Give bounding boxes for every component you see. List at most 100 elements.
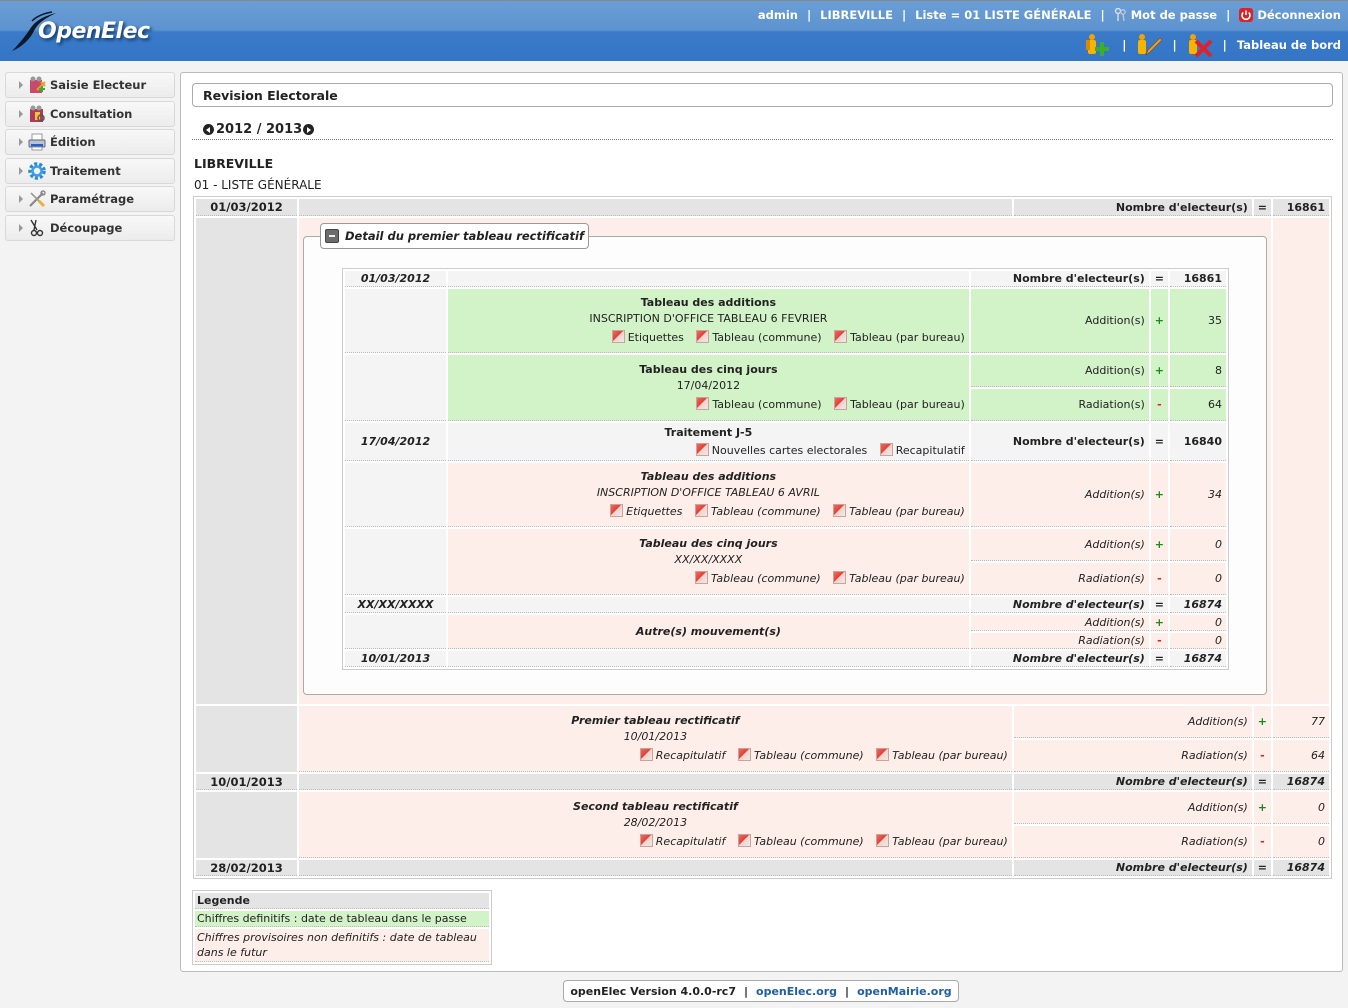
table-row: 01/03/2012 Nombre d'electeur(s) = 16861 <box>196 199 1329 216</box>
revision-table: 01/03/2012 Nombre d'electeur(s) = 16861 … <box>193 196 1332 879</box>
link-label: Tableau (par bureau) <box>892 749 1008 762</box>
empty-cell <box>448 271 969 287</box>
password-link[interactable]: Mot de passe <box>1114 8 1217 22</box>
addition-value: 8 <box>1170 355 1226 387</box>
edit-elector-icon[interactable] <box>1136 33 1163 57</box>
next-year-button[interactable] <box>303 124 315 135</box>
pdf-link-tableau-bureau[interactable]: Tableau (par bureau) <box>876 834 1008 848</box>
empty-cell <box>345 615 446 649</box>
pdf-icon <box>834 330 848 343</box>
pdf-link-tableau-bureau[interactable]: Tableau (par bureau) <box>833 571 965 585</box>
plus-sign: + <box>1253 792 1271 824</box>
add-elector-icon[interactable] <box>1086 33 1112 57</box>
end-count: 16874 <box>1273 860 1329 876</box>
pdf-link-tableau-commune[interactable]: Tableau (commune) <box>694 504 821 518</box>
power-icon <box>1239 8 1254 22</box>
link-label: Tableau (par bureau) <box>850 331 965 344</box>
sidebar-item-decoupage[interactable]: Découpage <box>5 214 175 241</box>
separator: | <box>1172 38 1177 52</box>
pdf-link-tableau-bureau[interactable]: Tableau (par bureau) <box>834 330 965 344</box>
minus-sign: - <box>1150 389 1168 421</box>
pdf-link-etiquettes[interactable]: Etiquettes <box>610 504 682 518</box>
pdf-links: Tableau (commune) Tableau (par bureau) <box>452 571 965 587</box>
autres-mouvements: Autre(s) mouvement(s) <box>448 615 969 649</box>
pdf-link-tableau-commune[interactable]: Tableau (commune) <box>737 834 864 848</box>
sidebar-item-label: Paramétrage <box>50 192 135 206</box>
table-row: Second tableau rectificatif 28/02/2013 R… <box>196 792 1329 858</box>
logo-text: OpenElec <box>38 19 150 44</box>
block-title: Second tableau rectificatif <box>573 800 738 813</box>
count-label: Nombre d'electeur(s) <box>1013 774 1252 790</box>
pdf-link-nouvelles-cartes[interactable]: Nouvelles cartes electorales <box>695 442 868 457</box>
pdf-icon <box>639 748 653 761</box>
empty-cell <box>345 355 446 421</box>
openmairie-link[interactable]: openMairie.org <box>857 985 952 998</box>
year-navigation: 2012 / 2013 <box>203 122 315 137</box>
sidebar-item-saisie-electeur[interactable]: Saisie Electeur <box>5 72 175 98</box>
separator: | <box>1222 38 1227 52</box>
pdf-links: Recapitulatif Tableau (commune) Tableau … <box>303 748 1008 764</box>
table-row: Tableau des cinq jours XX/XX/XXXX Tablea… <box>345 529 1226 595</box>
pdf-link-recapitulatif[interactable]: Recapitulatif <box>879 442 965 457</box>
addition-value: 0 <box>1170 529 1226 561</box>
version-text: openElec Version 4.0.0-rc7 <box>570 984 736 998</box>
sidebar-item-traitement[interactable]: Traitement <box>5 157 175 184</box>
pdf-icon <box>833 571 847 584</box>
minus-sign: - <box>1253 740 1271 772</box>
pdf-link-tableau-bureau[interactable]: Tableau (par bureau) <box>833 504 965 518</box>
chevron-left-icon <box>206 126 210 133</box>
addition-value: 0 <box>1273 792 1329 824</box>
liste-link[interactable]: Liste = 01 LISTE GÉNÉRALE <box>915 8 1091 22</box>
additions-cell: Tableau des additions INSCRIPTION D'OFFI… <box>448 289 969 353</box>
pdf-link-etiquettes[interactable]: Etiquettes <box>611 330 684 344</box>
sidebar-item-label: Saisie Electeur <box>50 78 147 92</box>
block-title: Premier tableau rectificatif <box>571 714 740 727</box>
inner-start-date: 01/03/2012 <box>345 271 446 287</box>
table-row: XX/XX/XXXX Nombre d'electeur(s) = 16874 <box>345 597 1226 613</box>
commune-link[interactable]: LIBREVILLE <box>820 8 893 22</box>
count-label: Nombre d'electeur(s) <box>970 597 1149 613</box>
openelec-link[interactable]: openElec.org <box>756 985 837 998</box>
pdf-icon <box>696 330 710 343</box>
addition-label: Addition(s) <box>970 289 1149 353</box>
pdf-link-tableau-bureau[interactable]: Tableau (par bureau) <box>834 397 965 411</box>
year-range: 2012 / 2013 <box>216 122 303 137</box>
inner-end-date: 10/01/2013 <box>345 651 446 667</box>
table-row: Tableau des additions INSCRIPTION D'OFFI… <box>345 289 1226 353</box>
quick-actions: | | | Tableau de bord <box>1086 33 1341 57</box>
pdf-icon <box>696 397 710 410</box>
sidebar-item-edition[interactable]: Édition <box>5 129 175 155</box>
additions-cell: Tableau des additions INSCRIPTION D'OFFI… <box>448 463 969 527</box>
user-link[interactable]: admin <box>758 8 798 22</box>
equals-sign: = <box>1150 423 1168 461</box>
logout-link[interactable]: Déconnexion <box>1239 8 1341 22</box>
empty-cell <box>345 529 446 595</box>
sidebar-item-parametrage[interactable]: Paramétrage <box>5 186 175 212</box>
pdf-link-tableau-commune[interactable]: Tableau (commune) <box>696 330 822 344</box>
empty-cell <box>196 792 297 858</box>
pdf-link-tableau-bureau[interactable]: Tableau (par bureau) <box>876 748 1008 762</box>
previous-year-button[interactable] <box>203 124 214 135</box>
premier-tableau-cell: Premier tableau rectificatif 10/01/2013 … <box>299 706 1012 772</box>
sidebar-item-label: Découpage <box>50 220 123 235</box>
pdf-link-recapitulatif[interactable]: Recapitulatif <box>639 834 726 848</box>
pdf-link-tableau-commune[interactable]: Tableau (commune) <box>696 397 822 411</box>
table-row: 28/02/2013 Nombre d'electeur(s) = 16874 <box>196 860 1329 876</box>
sidebar-item-consultation[interactable]: Consultation <box>5 100 175 127</box>
link-label: Nouvelles cartes electorales <box>711 443 868 457</box>
delete-elector-icon[interactable] <box>1187 33 1213 57</box>
pdf-link-tableau-commune[interactable]: Tableau (commune) <box>694 571 821 585</box>
table-row: 10/01/2013 Nombre d'electeur(s) = 16874 <box>345 651 1226 667</box>
detail-toggle[interactable]: Detail du premier tableau rectificatif <box>320 223 589 249</box>
radiation-label: Radiation(s) <box>1013 826 1252 858</box>
logo[interactable]: OpenElec <box>10 11 150 53</box>
addition-label: Addition(s) <box>970 463 1149 527</box>
pdf-icon <box>876 748 890 761</box>
dashboard-link[interactable]: Tableau de bord <box>1237 38 1341 52</box>
pdf-link-recapitulatif[interactable]: Recapitulatif <box>639 748 725 762</box>
addition-value: 77 <box>1273 706 1329 738</box>
link-label: Recapitulatif <box>655 835 726 848</box>
pdf-link-tableau-commune[interactable]: Tableau (commune) <box>737 748 864 762</box>
block-title: Tableau des cinq jours <box>639 363 778 376</box>
detail-table: 01/03/2012 Nombre d'electeur(s) = 16861 … <box>342 268 1229 670</box>
